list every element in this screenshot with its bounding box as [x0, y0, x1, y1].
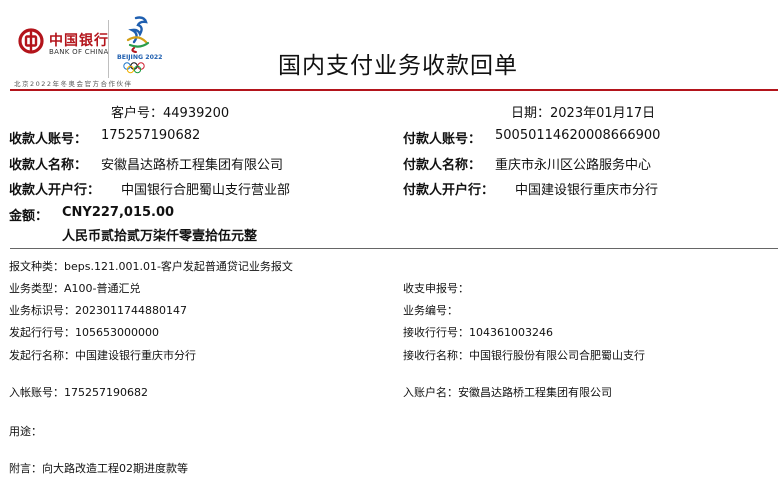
biz-code-label: 业务编号： [403, 304, 458, 317]
purpose-row: 用途： [9, 423, 42, 439]
date-label: 日期： [511, 106, 551, 121]
biz-type-label: 业务类型： [9, 282, 64, 295]
in-account-row: 入帐账号：175257190682 [9, 384, 148, 400]
header-divider [108, 20, 109, 78]
remark-label: 附言： [9, 462, 42, 475]
payee-name-value: 安徽昌达路桥工程集团有限公司 [101, 158, 284, 173]
remark-value: 向大路改造工程02期进度款等 [42, 462, 188, 475]
payer-bank-label: 付款人开户行： [403, 183, 495, 198]
date-row: 日期：2023年01月17日 [511, 102, 655, 121]
payer-name-label: 付款人名称： [403, 158, 482, 173]
biz-id-row: 业务标识号：2023011744880147 [9, 302, 187, 318]
msg-type-row: 报文种类：beps.121.001.01-客户发起普通贷记业务报文 [9, 258, 293, 274]
section-divider [10, 248, 778, 249]
biz-id-label: 业务标识号： [9, 304, 75, 317]
payer-name-value: 重庆市永川区公路服务中心 [495, 158, 652, 173]
bank-of-china-logo-icon [18, 28, 44, 54]
payee-account-label: 收款人账号： [9, 132, 88, 147]
msg-type-label: 报文种类： [9, 260, 64, 273]
payee-bank-label: 收款人开户行： [9, 183, 101, 198]
in-account-name-row: 入账户名：安徽昌达路桥工程集团有限公司 [403, 384, 612, 400]
amount-value: CNY227,015.00 [62, 205, 175, 220]
receipt-no-row: 收支申报号： [403, 280, 469, 296]
payer-bank-value: 中国建设银行重庆市分行 [515, 183, 659, 198]
bank-name-en: BANK OF CHINA [49, 48, 109, 56]
recv-bank-name-row: 接收行名称：中国银行股份有限公司合肥蜀山支行 [403, 347, 645, 363]
amount-in-words: 人民币贰拾贰万柒仟零壹拾伍元整 [62, 229, 258, 244]
recv-bank-no-label: 接收行行号： [403, 326, 469, 339]
customer-no-row: 客户号：44939200 [111, 102, 229, 121]
payer-account-label: 付款人账号： [403, 132, 482, 147]
orig-bank-no-value: 105653000000 [75, 326, 159, 339]
payee-bank-value: 中国银行合肥蜀山支行营业部 [121, 183, 291, 198]
biz-code-row: 业务编号： [403, 302, 458, 318]
orig-bank-no-label: 发起行行号： [9, 326, 75, 339]
purpose-label: 用途： [9, 425, 42, 438]
bank-name-cn: 中国银行 [49, 33, 109, 49]
in-account-name-label: 入账户名： [403, 386, 458, 399]
olympic-text: BEIJING 2022 [117, 54, 162, 61]
recv-bank-name-value: 中国银行股份有限公司合肥蜀山支行 [469, 349, 645, 362]
biz-id-value: 2023011744880147 [75, 304, 187, 317]
top-red-rule [10, 89, 778, 91]
orig-bank-no-row: 发起行行号：105653000000 [9, 324, 159, 340]
payee-account-value: 175257190682 [101, 128, 201, 143]
date-value: 2023年01月17日 [550, 106, 656, 121]
biz-type-value: A100-普通汇兑 [64, 282, 141, 295]
in-account-label: 入帐账号： [9, 386, 64, 399]
payer-account-value: 50050114620008666900 [495, 128, 661, 143]
payee-name-label: 收款人名称： [9, 158, 88, 173]
in-account-name-value: 安徽昌达路桥工程集团有限公司 [458, 386, 612, 399]
recv-bank-no-value: 104361003246 [469, 326, 553, 339]
receipt-no-label: 收支申报号： [403, 282, 469, 295]
orig-bank-name-row: 发起行名称：中国建设银行重庆市分行 [9, 347, 196, 363]
orig-bank-name-value: 中国建设银行重庆市分行 [75, 349, 196, 362]
customer-no-label: 客户号： [111, 106, 164, 121]
partner-line: 北京2022年冬奥会官方合作伙伴 [14, 80, 133, 88]
recv-bank-no-row: 接收行行号：104361003246 [403, 324, 553, 340]
beijing-2022-emblem-icon: BEIJING 2022 [117, 16, 162, 74]
amount-label: 金额： [9, 209, 49, 224]
orig-bank-name-label: 发起行名称： [9, 349, 75, 362]
document-title: 国内支付业务收款回单 [278, 53, 518, 79]
recv-bank-name-label: 接收行名称： [403, 349, 469, 362]
remark-row: 附言：向大路改造工程02期进度款等 [9, 460, 188, 476]
biz-type-row: 业务类型：A100-普通汇兑 [9, 280, 141, 296]
msg-type-value: beps.121.001.01-客户发起普通贷记业务报文 [64, 260, 293, 273]
customer-no-value: 44939200 [163, 106, 230, 121]
in-account-value: 175257190682 [64, 386, 148, 399]
